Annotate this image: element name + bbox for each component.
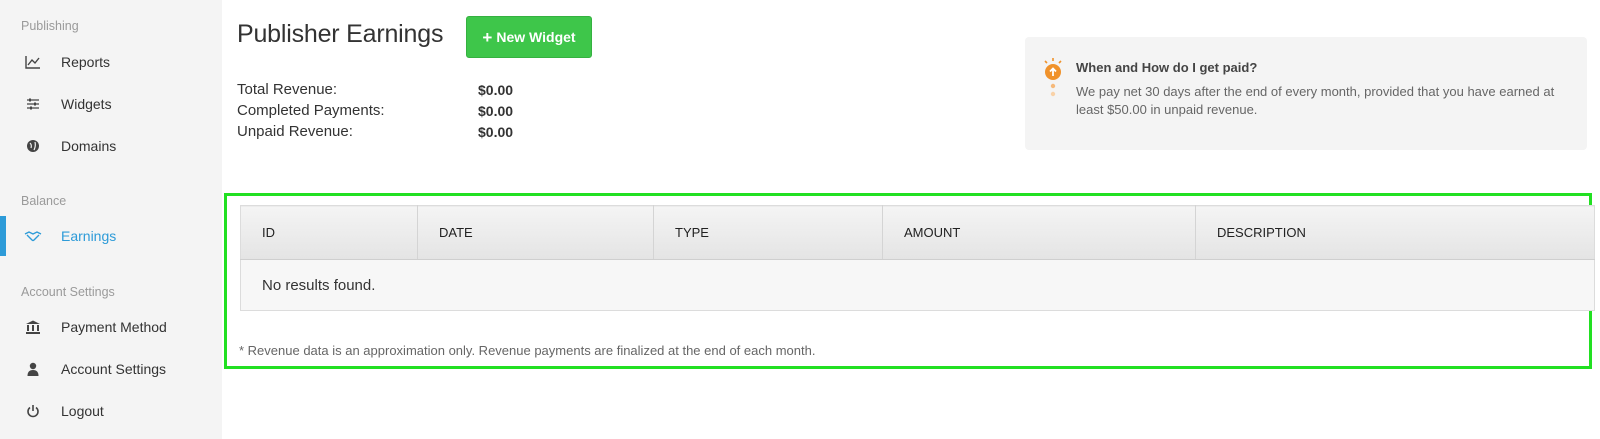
summary-value-completed-payments: $0.00: [478, 103, 514, 119]
column-header-id[interactable]: ID: [240, 205, 418, 260]
info-title: When and How do I get paid?: [1076, 60, 1258, 75]
info-text: We pay net 30 days after the end of ever…: [1076, 84, 1555, 117]
line-chart-icon: [24, 53, 42, 71]
sidebar-item-earnings[interactable]: Earnings: [0, 216, 222, 256]
empty-results-text: No results found.: [240, 259, 1595, 311]
sidebar-item-label: Payment Method: [61, 319, 167, 335]
page-title: Publisher Earnings: [237, 20, 444, 48]
table-header-row: ID DATE TYPE AMOUNT DESCRIPTION: [240, 205, 1595, 260]
sidebar: Publishing Reports Widgets Domains Balan…: [0, 0, 222, 439]
section-label-account-settings: Account Settings: [21, 285, 115, 299]
lightbulb-icon: [1041, 57, 1065, 103]
table-row: No results found.: [240, 259, 1595, 311]
sidebar-item-reports[interactable]: Reports: [0, 42, 222, 82]
summary-label-unpaid-revenue: Unpaid Revenue:: [237, 123, 353, 140]
column-header-date[interactable]: DATE: [417, 205, 654, 260]
payment-info-box: When and How do I get paid? We pay net 3…: [1025, 37, 1587, 150]
sidebar-item-label: Domains: [61, 138, 117, 154]
summary-value-unpaid-revenue: $0.00: [478, 124, 514, 140]
revenue-footnote: * Revenue data is an approximation only.…: [239, 343, 816, 358]
summary-label-total-revenue: Total Revenue:: [237, 81, 338, 98]
new-widget-label: New Widget: [496, 29, 576, 45]
sidebar-item-label: Earnings: [61, 228, 117, 244]
sidebar-item-domains[interactable]: Domains: [0, 126, 222, 166]
column-header-type[interactable]: TYPE: [653, 205, 883, 260]
sidebar-item-logout[interactable]: Logout: [0, 391, 222, 431]
sidebar-item-payment-method[interactable]: Payment Method: [0, 307, 222, 347]
sidebar-item-widgets[interactable]: Widgets: [0, 84, 222, 124]
new-widget-button[interactable]: + New Widget: [466, 16, 592, 58]
power-icon: [24, 402, 42, 420]
sliders-icon: [24, 95, 42, 113]
sidebar-item-label: Logout: [61, 403, 104, 419]
earnings-table: ID DATE TYPE AMOUNT DESCRIPTION No resul…: [240, 205, 1595, 311]
sidebar-item-label: Widgets: [61, 96, 112, 112]
handshake-icon: [24, 227, 42, 245]
sidebar-item-account-settings[interactable]: Account Settings: [0, 349, 222, 389]
column-header-description[interactable]: DESCRIPTION: [1195, 205, 1595, 260]
sidebar-item-label: Reports: [61, 54, 111, 70]
section-label-balance: Balance: [21, 194, 67, 208]
section-label-publishing: Publishing: [21, 19, 79, 33]
user-icon: [24, 360, 42, 378]
earnings-table-region: ID DATE TYPE AMOUNT DESCRIPTION No resul…: [224, 193, 1595, 369]
summary-value-total-revenue: $0.00: [478, 82, 514, 98]
summary-label-completed-payments: Completed Payments:: [237, 102, 385, 119]
plus-icon: +: [482, 27, 493, 47]
bank-icon: [24, 318, 42, 336]
globe-icon: [24, 137, 42, 155]
column-header-amount[interactable]: AMOUNT: [882, 205, 1196, 260]
sidebar-item-label: Account Settings: [61, 361, 167, 377]
